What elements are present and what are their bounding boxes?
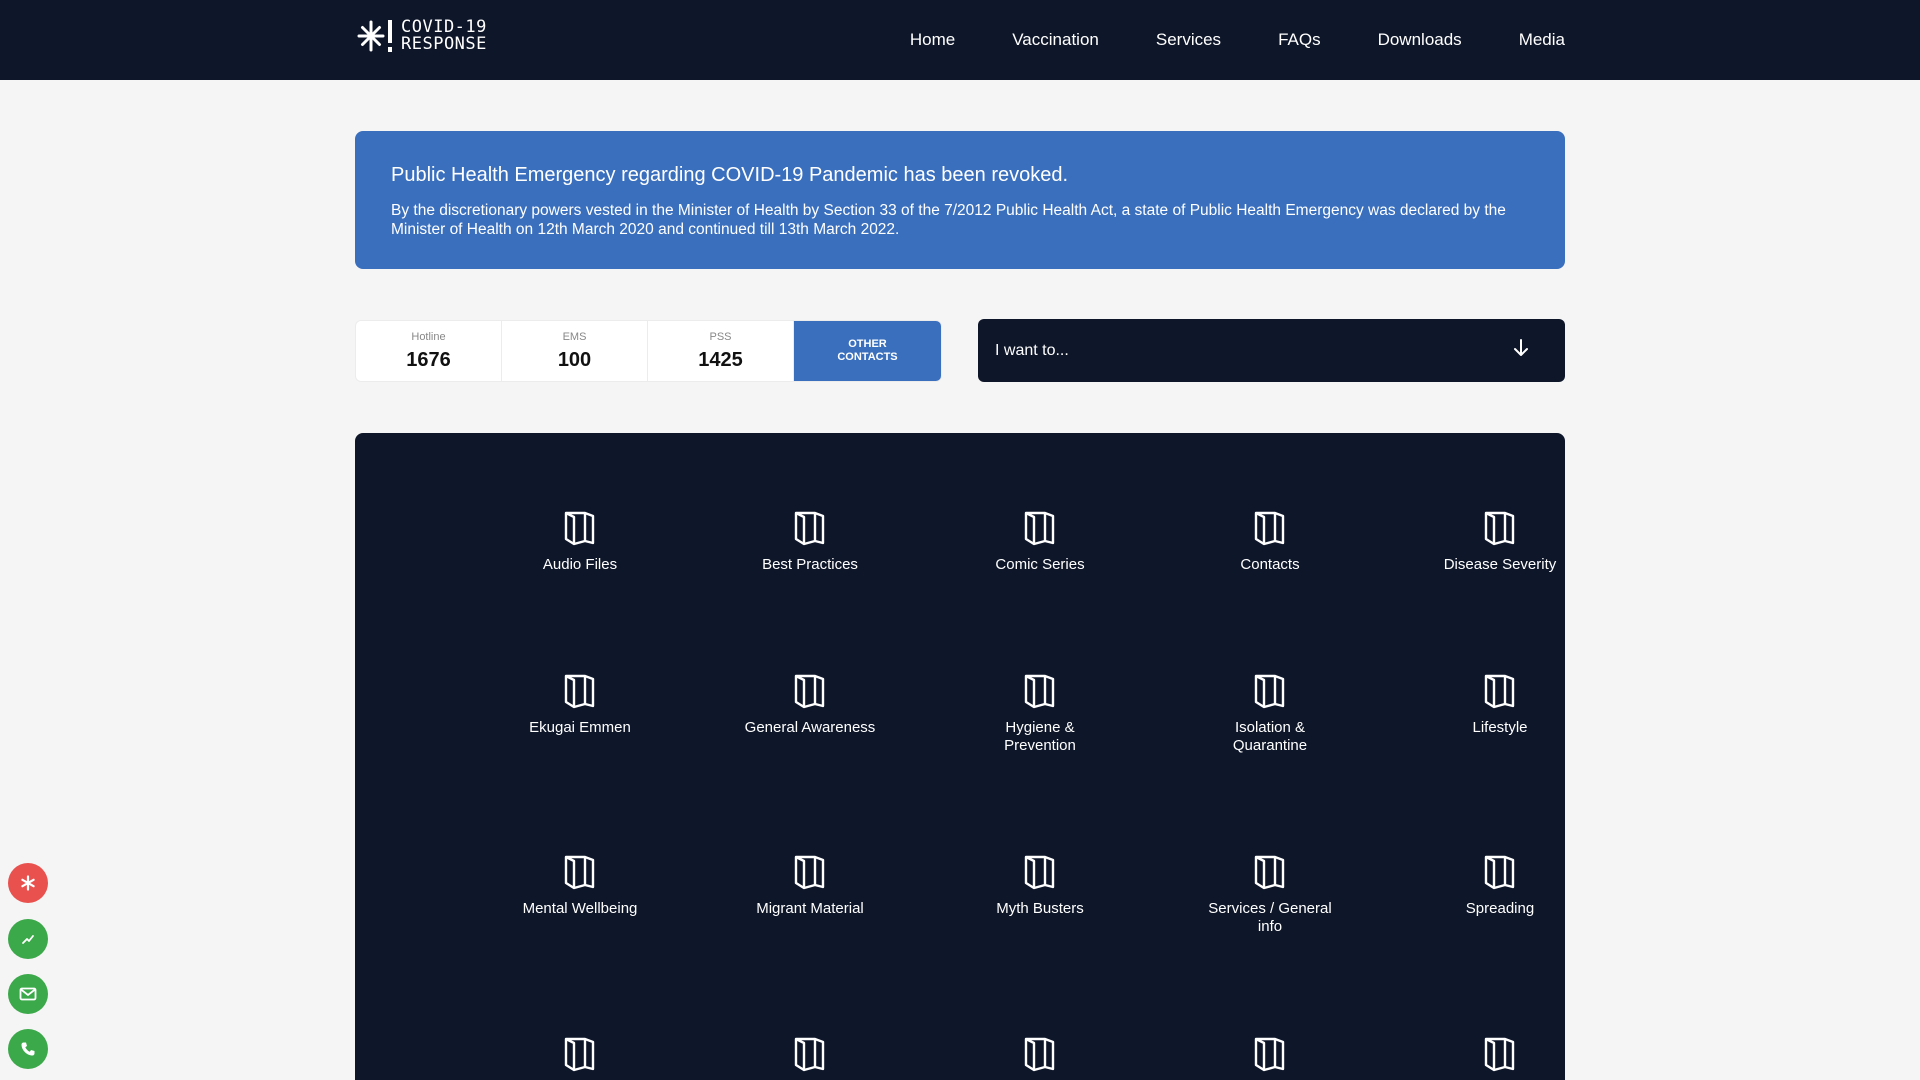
category-label: Disease Severity	[1443, 556, 1557, 573]
other-contacts-line-2: CONTACTS	[837, 351, 898, 363]
contact-value: 1676	[406, 348, 451, 371]
category-label: Comic Series	[995, 556, 1085, 573]
category-label: Migrant Material	[756, 900, 864, 917]
book-icon	[564, 855, 595, 890]
i-want-to-dropdown[interactable]: I want to...	[978, 319, 1565, 382]
category-audio-files[interactable]: Audio Files	[500, 510, 660, 574]
book-icon	[1484, 674, 1515, 709]
book-icon	[794, 674, 825, 709]
category-tile[interactable]	[960, 1036, 1120, 1080]
category-myth-busters[interactable]: Myth Busters	[960, 854, 1120, 918]
book-icon	[564, 511, 595, 546]
contact-numbers-bar: Hotline 1676 EMS 100 PSS 1425 OTHER CONT…	[355, 320, 942, 382]
category-best-practices[interactable]: Best Practices	[730, 510, 890, 574]
ems-contact[interactable]: EMS 100	[502, 321, 648, 381]
arrow-down-icon	[1513, 339, 1529, 362]
emergency-alert-banner: Public Health Emergency regarding COVID-…	[355, 131, 1565, 269]
book-icon	[1254, 674, 1285, 709]
category-contacts[interactable]: Contacts	[1190, 510, 1350, 574]
side-stats-button[interactable]	[8, 919, 48, 959]
logo-text: COVID-19 RESPONSE	[401, 19, 487, 53]
category-comic-series[interactable]: Comic Series	[960, 510, 1120, 574]
category-label: Audio Files	[542, 556, 618, 573]
main-nav: Home Vaccination Services FAQs Downloads…	[910, 0, 1565, 80]
resource-categories-panel: Audio Files Best Practices Comic Series …	[355, 433, 1565, 1080]
category-label: General Awareness	[744, 719, 876, 736]
category-label: Ekugai Emmen	[529, 719, 631, 736]
contact-value: 1425	[698, 348, 743, 371]
book-icon	[794, 1037, 825, 1072]
nav-services[interactable]: Services	[1156, 30, 1221, 50]
book-icon	[1484, 1037, 1515, 1072]
nav-faqs[interactable]: FAQs	[1278, 30, 1321, 50]
phone-icon	[21, 1042, 35, 1056]
covid-snowflake-icon	[355, 18, 395, 54]
category-general-awareness[interactable]: General Awareness	[730, 673, 890, 737]
category-label: Spreading	[1465, 900, 1535, 917]
category-spreading[interactable]: Spreading	[1420, 854, 1580, 918]
logo-line-2: RESPONSE	[401, 34, 487, 54]
book-icon	[1254, 511, 1285, 546]
book-icon	[1484, 511, 1515, 546]
book-icon	[1254, 1037, 1285, 1072]
alert-title: Public Health Emergency regarding COVID-…	[391, 164, 1069, 186]
nav-media[interactable]: Media	[1519, 30, 1565, 50]
category-isolation-quarantine[interactable]: Isolation & Quarantine	[1190, 673, 1350, 755]
category-label: Best Practices	[762, 556, 858, 573]
category-label: Services / General info	[1208, 900, 1332, 935]
category-label: Mental Wellbeing	[522, 900, 638, 917]
contact-value: 100	[557, 348, 592, 371]
asterisk-icon	[21, 875, 35, 891]
book-icon	[794, 511, 825, 546]
nav-home[interactable]: Home	[910, 30, 955, 50]
side-email-button[interactable]	[8, 974, 48, 1014]
site-logo[interactable]: COVID-19 RESPONSE	[355, 18, 487, 54]
contact-label: Hotline	[411, 330, 446, 343]
graph-icon	[22, 935, 34, 944]
category-label: Contacts	[1240, 556, 1300, 573]
side-phone-button[interactable]	[8, 1029, 48, 1069]
pss-contact[interactable]: PSS 1425	[648, 321, 794, 381]
book-icon	[1024, 674, 1055, 709]
book-icon	[1024, 855, 1055, 890]
category-tile[interactable]	[1190, 1036, 1350, 1080]
book-icon	[794, 855, 825, 890]
other-contacts-line-1: OTHER	[848, 338, 887, 350]
category-label: Myth Busters	[996, 900, 1084, 917]
book-icon	[564, 1037, 595, 1072]
category-services-general-info[interactable]: Services / General info	[1190, 854, 1350, 936]
book-icon	[1024, 511, 1055, 546]
contact-label: PSS	[709, 330, 732, 343]
dropdown-label: I want to...	[995, 341, 1069, 359]
top-navbar: COVID-19 RESPONSE Home Vaccination Servi…	[0, 0, 1920, 80]
nav-vaccination[interactable]: Vaccination	[1012, 30, 1099, 50]
side-covid-button[interactable]	[8, 863, 48, 903]
category-tile[interactable]	[500, 1036, 660, 1080]
category-mental-wellbeing[interactable]: Mental Wellbeing	[500, 854, 660, 918]
contact-label: EMS	[562, 330, 587, 343]
book-icon	[1254, 855, 1285, 890]
book-icon	[1484, 855, 1515, 890]
mail-icon	[19, 987, 37, 1001]
category-migrant-material[interactable]: Migrant Material	[730, 854, 890, 918]
category-label: Isolation & Quarantine	[1232, 719, 1308, 754]
category-label: Lifestyle	[1472, 719, 1528, 736]
category-hygiene-prevention[interactable]: Hygiene & Prevention	[960, 673, 1120, 755]
category-label: Hygiene & Prevention	[1004, 719, 1076, 754]
hotline-contact[interactable]: Hotline 1676	[356, 321, 502, 381]
alert-body: By the discretionary powers vested in th…	[391, 202, 1506, 238]
book-icon	[564, 674, 595, 709]
nav-downloads[interactable]: Downloads	[1378, 30, 1462, 50]
category-lifestyle[interactable]: Lifestyle	[1420, 673, 1580, 737]
book-icon	[1024, 1037, 1055, 1072]
category-tile[interactable]	[1420, 1036, 1580, 1080]
category-tile[interactable]	[730, 1036, 890, 1080]
category-disease-severity[interactable]: Disease Severity	[1420, 510, 1580, 574]
category-ekugai-emmen[interactable]: Ekugai Emmen	[500, 673, 660, 737]
other-contacts-button[interactable]: OTHER CONTACTS	[794, 321, 941, 381]
